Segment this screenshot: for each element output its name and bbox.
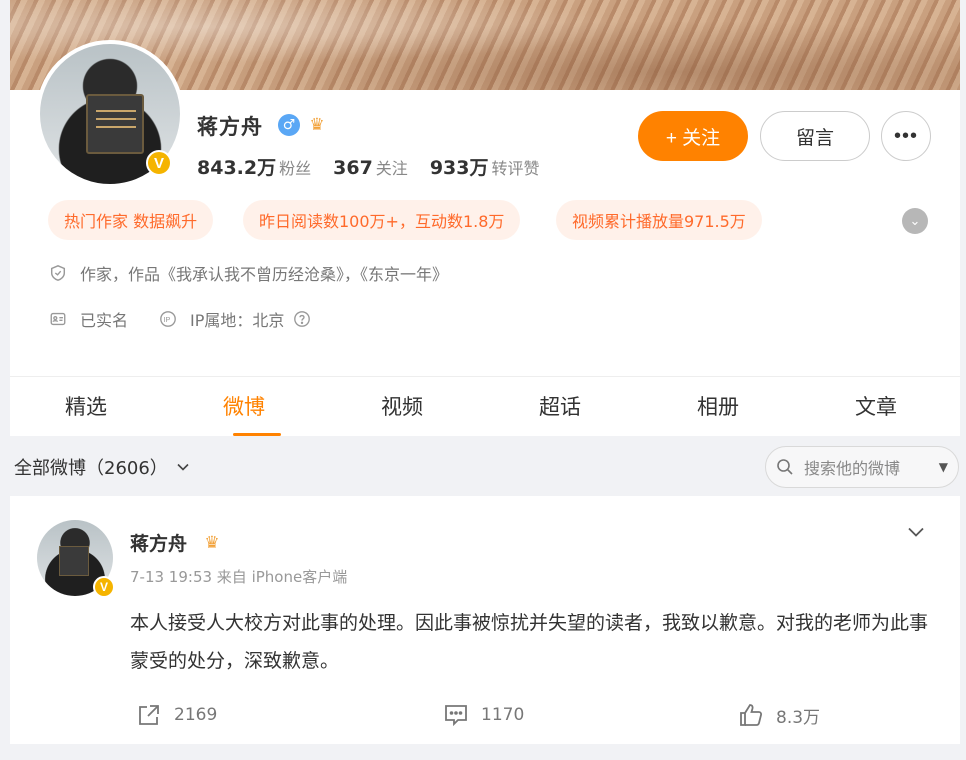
profile-tabs: 精选 微博 视频 超话 相册 文章 xyxy=(10,376,960,436)
tab-articles[interactable]: 文章 xyxy=(855,391,897,421)
search-posts-input[interactable]: 搜索他的微博 ▼ xyxy=(765,446,959,488)
tab-album[interactable]: 相册 xyxy=(697,391,739,421)
post-meta: 7-13 19:53 来自 iPhone客户端 xyxy=(130,568,348,586)
tab-super-topic[interactable]: 超话 xyxy=(539,391,581,421)
post-filter-dropdown[interactable]: 全部微博（2606） xyxy=(14,454,190,480)
filter-label: 全部微博（2606） xyxy=(14,458,168,479)
stat-following[interactable]: 367 关注 xyxy=(333,155,408,179)
tab-featured[interactable]: 精选 xyxy=(65,391,107,421)
ip-icon: IP xyxy=(158,309,178,329)
shield-icon xyxy=(48,263,68,283)
profile-stats: 843.2万 粉丝 367 关注 933万 转评赞 xyxy=(197,153,540,180)
repost-count: 2169 xyxy=(174,705,218,725)
crown-icon: ♛ xyxy=(309,115,325,135)
chevron-down-icon xyxy=(177,463,189,471)
expand-tags-icon[interactable]: ⌄ xyxy=(902,208,928,234)
repost-button[interactable]: 2169 xyxy=(136,702,217,728)
tag-hot-writer[interactable]: 热门作家 数据飙升 xyxy=(48,200,214,240)
tab-weibo[interactable]: 微博 xyxy=(223,391,265,421)
id-card-icon xyxy=(48,309,68,329)
search-icon xyxy=(777,459,793,475)
stat-reactions: 933万 转评赞 xyxy=(429,157,540,179)
svg-text:IP: IP xyxy=(164,315,171,324)
like-button[interactable]: 8.3万 xyxy=(738,702,820,728)
post-crown-icon: ♛ xyxy=(204,533,220,553)
search-dropdown-icon[interactable]: ▼ xyxy=(939,460,948,474)
post-author[interactable]: 蒋方舟 xyxy=(130,529,187,556)
ip-location-label: IP属地：北京 xyxy=(190,311,285,330)
message-button[interactable]: 留言 xyxy=(760,111,870,161)
post-text: 本人接受人大校方对此事的处理。因此事被惊扰并失望的读者，我致以歉意。对我的老师为… xyxy=(130,612,929,672)
comment-count: 1170 xyxy=(481,705,525,725)
comment-icon xyxy=(445,705,467,727)
comment-button[interactable]: 1170 xyxy=(443,702,524,728)
real-name-label: 已实名 xyxy=(80,311,129,330)
tag-reads[interactable]: 昨日阅读数100万+，互动数1.8万 xyxy=(243,200,521,240)
like-count: 8.3万 xyxy=(776,707,821,728)
thumbs-up-icon xyxy=(740,704,763,726)
help-icon[interactable] xyxy=(292,309,312,329)
identity-row: 已实名 IP IP属地：北京 xyxy=(48,307,324,331)
post-card: V 蒋方舟 ♛ 7-13 19:53 来自 iPhone客户端 本人接受人大校方… xyxy=(10,496,960,744)
bio-text: 作家，作品《我承认我不曾历经沧桑》，《东京一年》 xyxy=(80,265,449,284)
tag-video-plays[interactable]: 视频累计播放量971.5万 xyxy=(556,200,762,240)
profile-name: 蒋方舟 xyxy=(197,115,263,139)
active-tab-indicator xyxy=(233,433,281,436)
gender-male-icon: ♂ xyxy=(278,114,300,136)
follow-button[interactable]: + 关注 xyxy=(638,111,748,161)
bio-row: 作家，作品《我承认我不曾历经沧桑》，《东京一年》 xyxy=(48,261,448,285)
search-placeholder: 搜索他的微博 xyxy=(804,459,901,478)
verified-badge-icon: V xyxy=(146,150,172,176)
post-verified-badge-icon: V xyxy=(93,576,115,598)
repost-icon xyxy=(139,705,159,725)
tab-video[interactable]: 视频 xyxy=(381,391,423,421)
post-menu-chevron-icon[interactable] xyxy=(906,522,926,542)
stat-followers[interactable]: 843.2万 粉丝 xyxy=(197,153,311,180)
more-options-button[interactable]: ••• xyxy=(881,111,931,161)
